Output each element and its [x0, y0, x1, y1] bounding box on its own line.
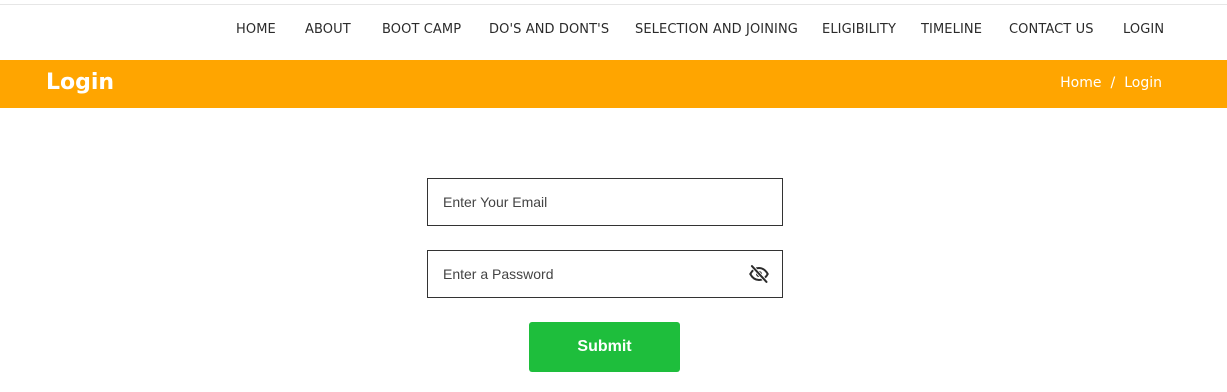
page-title: Login: [46, 70, 115, 95]
main-navbar: HOME ABOUT BOOT CAMP DO'S AND DONT'S SEL…: [0, 5, 1227, 60]
password-field-wrapper: [427, 250, 783, 298]
nav-item-boot-camp[interactable]: BOOT CAMP: [382, 22, 461, 37]
nav-item-home[interactable]: HOME: [236, 22, 276, 37]
eye-slash-icon[interactable]: [748, 264, 770, 284]
breadcrumb-separator: /: [1110, 75, 1116, 91]
nav-item-selection-and-joining[interactable]: SELECTION AND JOINING: [635, 22, 798, 37]
email-field-wrapper: [427, 178, 783, 226]
email-input[interactable]: [428, 179, 782, 225]
nav-item-contact-us[interactable]: CONTACT US: [1009, 22, 1094, 37]
nav-item-eligibility[interactable]: ELIGIBILITY: [822, 22, 896, 37]
nav-item-login[interactable]: LOGIN: [1123, 22, 1164, 37]
breadcrumb-home-link[interactable]: Home: [1060, 75, 1101, 91]
nav-item-about[interactable]: ABOUT: [305, 22, 351, 37]
breadcrumb-current: Login: [1124, 75, 1162, 91]
nav-item-timeline[interactable]: TIMELINE: [921, 22, 982, 37]
breadcrumb: Home / Login: [1060, 75, 1162, 91]
nav-item-dos-and-donts[interactable]: DO'S AND DONT'S: [489, 22, 609, 37]
password-input[interactable]: [428, 251, 782, 297]
page-banner: Login Home / Login: [0, 60, 1227, 108]
submit-button[interactable]: Submit: [529, 322, 680, 372]
